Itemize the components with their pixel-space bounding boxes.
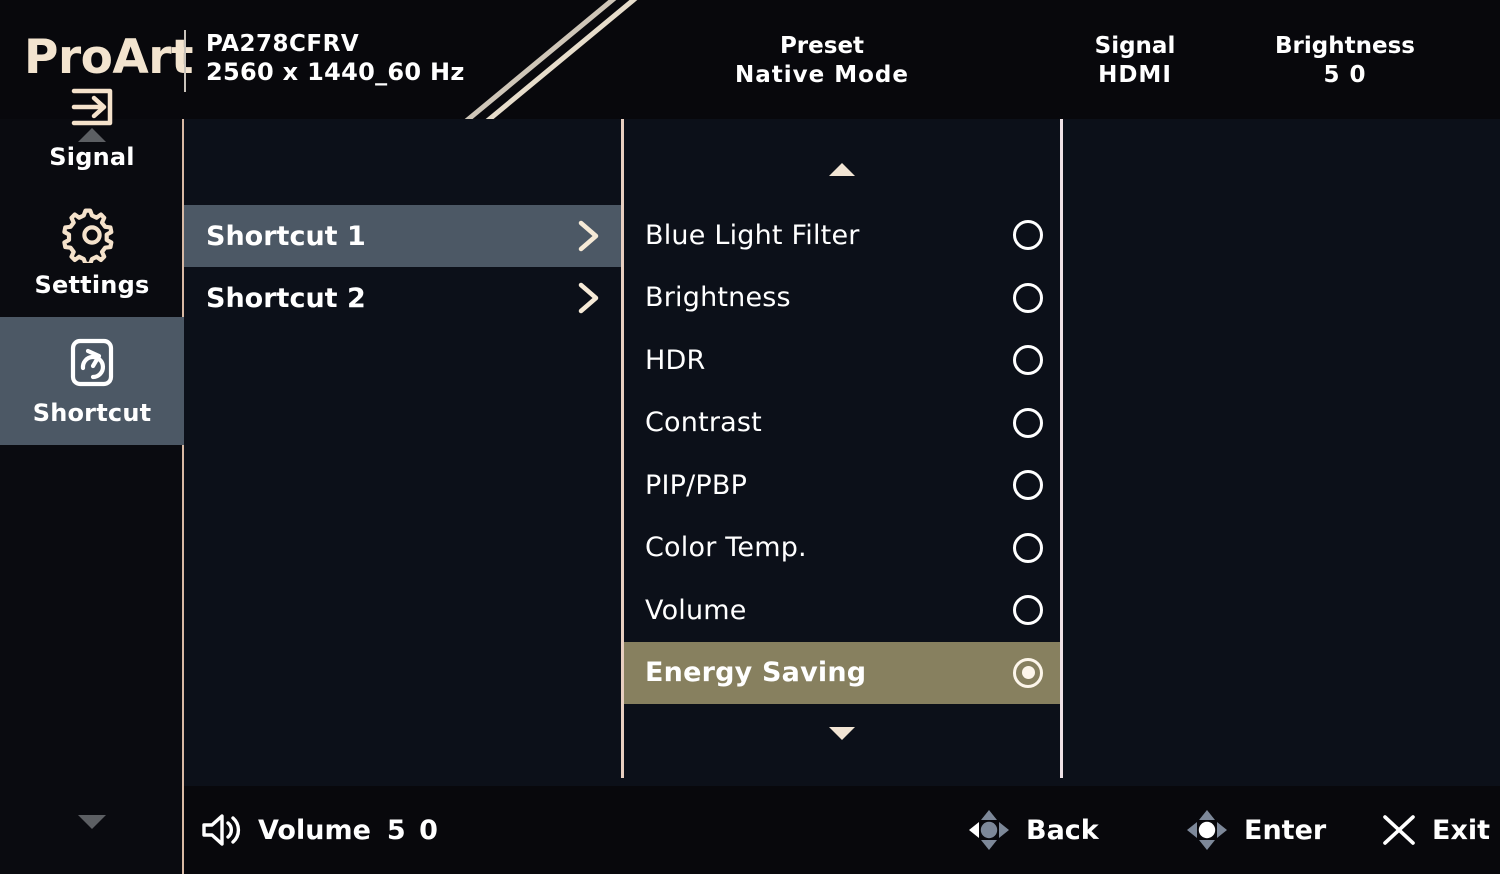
diagonal-stripes-decoration [464, 0, 638, 119]
radio-button[interactable] [1013, 595, 1043, 626]
chevron-right-icon [578, 220, 599, 252]
radio-button-selected[interactable] [1013, 657, 1043, 688]
option-row-hdr[interactable]: HDR [624, 329, 1060, 392]
volume-value: 5 0 [386, 814, 440, 846]
exit-button[interactable]: Exit [1380, 811, 1490, 849]
chevron-right-icon [578, 282, 599, 314]
osd-header: ProArt PA278CFRV 2560 x 1440_60 Hz Prese… [0, 0, 1500, 119]
header-brightness: Brightness 5 0 [1240, 32, 1450, 90]
volume-indicator: Volume 5 0 [200, 811, 440, 849]
option-row-energy-saving[interactable]: Energy Saving [624, 641, 1060, 704]
shortcut-1-row[interactable]: Shortcut 1 [184, 205, 623, 267]
option-row-pip-pbp[interactable]: PIP/PBP [624, 454, 1060, 517]
signal-input-icon [71, 88, 113, 126]
shortcut-2-row[interactable]: Shortcut 2 [184, 267, 623, 329]
model-name: PA278CFRV [206, 31, 360, 57]
close-x-icon [1383, 815, 1415, 845]
options-scroll-up-icon[interactable] [624, 163, 1060, 176]
joystick-center-icon [1187, 810, 1227, 850]
enter-button[interactable]: Enter [1184, 807, 1326, 853]
header-preset-value: Native Mode [735, 61, 909, 88]
option-label: Energy Saving [645, 657, 867, 689]
header-preset-label: Preset [779, 33, 865, 59]
option-row-contrast[interactable]: Contrast [624, 392, 1060, 455]
header-brightness-label: Brightness [1275, 33, 1415, 59]
header-divider [184, 30, 186, 92]
radio-button[interactable] [1013, 345, 1043, 376]
header-brightness-value: 5 0 [1323, 61, 1367, 88]
panel-divider-right [1060, 119, 1063, 778]
joystick-left-icon [969, 810, 1009, 850]
option-label: PIP/PBP [645, 469, 748, 501]
back-button[interactable]: Back [966, 807, 1099, 853]
option-row-color-temp[interactable]: Color Temp. [624, 517, 1060, 580]
radio-button[interactable] [1013, 532, 1043, 563]
radio-button[interactable] [1013, 470, 1043, 501]
model-resolution: 2560 x 1440_60 Hz [206, 58, 465, 87]
header-signal-value: HDMI [1098, 61, 1172, 88]
option-label: Volume [645, 594, 747, 626]
gear-icon [62, 208, 114, 263]
radio-button[interactable] [1013, 282, 1043, 313]
header-preset: Preset Native Mode [672, 32, 972, 90]
sidebar-item-shortcut[interactable]: Shortcut [0, 317, 184, 445]
option-label: Blue Light Filter [645, 219, 860, 251]
monitor-osd: ProArt PA278CFRV 2560 x 1440_60 Hz Prese… [0, 0, 1500, 874]
radio-button[interactable] [1013, 407, 1043, 438]
sidebar-item-shortcut-label: Shortcut [32, 399, 152, 427]
sidebar-item-settings[interactable]: Settings [0, 189, 184, 317]
exit-label: Exit [1432, 814, 1491, 846]
sidebar-item-signal-label: Signal [49, 143, 135, 171]
options-panel: Blue Light Filter Brightness HDR Contras… [624, 119, 1060, 778]
header-signal-label: Signal [1094, 33, 1176, 59]
options-scroll-down-icon[interactable] [624, 727, 1060, 740]
option-row-blue-light-filter[interactable]: Blue Light Filter [624, 204, 1060, 267]
option-label: HDR [645, 344, 706, 376]
back-label: Back [1026, 814, 1099, 846]
shortcut-2-label: Shortcut 2 [206, 282, 366, 314]
shortcut-1-label: Shortcut 1 [206, 220, 366, 252]
bottom-bar: Volume 5 0 Back Enter Exit [184, 786, 1500, 874]
speaker-icon [202, 814, 241, 846]
option-label: Color Temp. [645, 532, 807, 564]
shortcut-rotate-icon [70, 338, 114, 387]
enter-label: Enter [1244, 814, 1327, 846]
sidebar-item-signal[interactable]: Signal [0, 61, 184, 189]
sidebar-scroll-down-icon[interactable] [0, 815, 184, 829]
option-row-brightness[interactable]: Brightness [624, 267, 1060, 330]
option-row-volume[interactable]: Volume [624, 579, 1060, 642]
model-info: PA278CFRV 2560 x 1440_60 Hz [206, 30, 465, 87]
options-list: Blue Light Filter Brightness HDR Contras… [624, 204, 1060, 704]
shortcut-list-panel: Shortcut 1 Shortcut 2 [184, 119, 623, 778]
radio-button[interactable] [1013, 220, 1043, 251]
option-label: Brightness [645, 282, 791, 314]
sidebar-item-settings-label: Settings [34, 271, 150, 299]
volume-label: Volume [258, 814, 371, 846]
option-label: Contrast [645, 407, 762, 439]
header-signal: Signal HDMI [1040, 32, 1230, 90]
